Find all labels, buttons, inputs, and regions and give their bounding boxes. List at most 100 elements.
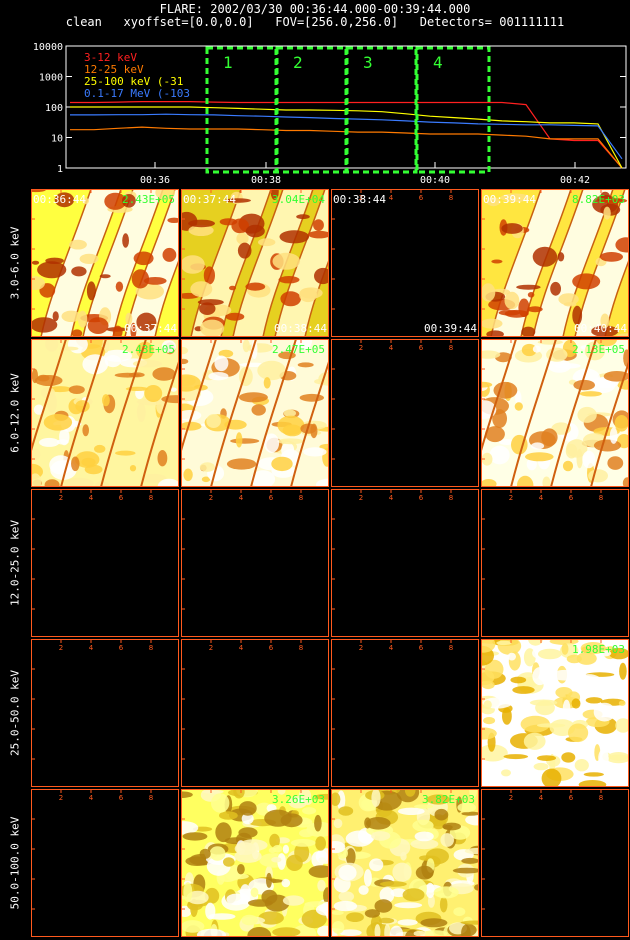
map-image	[481, 189, 629, 337]
map-frame	[331, 189, 479, 337]
row-energy-label-text: 6.0-12.0 keV	[8, 373, 22, 453]
image-blob	[82, 424, 89, 437]
interval-start-time: 00:36:44	[33, 193, 86, 206]
image-blob	[595, 685, 620, 699]
image-blob	[510, 676, 527, 684]
image-blob	[99, 274, 111, 279]
image-blob	[607, 456, 624, 470]
image-blob	[338, 891, 355, 902]
peak-value: 3.82E+03	[422, 793, 475, 806]
map-cell: 2.47E+05	[181, 339, 329, 487]
image-blob	[537, 755, 556, 761]
map-cell: 2.13E+05	[481, 339, 629, 487]
legend-entry-4: 0.1-17 MeV (-103	[84, 87, 190, 100]
row-energy-label: 50.0-100.0 keV	[0, 789, 30, 937]
image-blob	[157, 450, 168, 467]
image-blob	[317, 879, 326, 892]
image-blob	[129, 372, 145, 378]
image-blob	[188, 219, 215, 228]
map-tick-label: 2	[209, 494, 213, 502]
map-cell: 3.82E+03	[331, 789, 479, 937]
map-tick-label: 4	[89, 644, 94, 652]
map-image: 2 4 6 8	[31, 489, 179, 637]
peak-value: 2.13E+05	[572, 343, 625, 356]
image-blob	[87, 317, 109, 334]
image-blob	[512, 686, 535, 694]
map-tick-label: 6	[419, 494, 424, 502]
image-blob	[504, 309, 529, 318]
image-blob	[299, 287, 323, 299]
image-blob	[136, 402, 146, 422]
image-blob	[263, 377, 271, 389]
image-blob	[562, 699, 571, 717]
image-blob	[162, 247, 177, 262]
image-blob	[425, 882, 435, 899]
map-tick-label: 2	[59, 494, 63, 502]
interval-box-3	[345, 46, 418, 174]
image-blob	[206, 414, 221, 428]
map-cell: 2 4 6 8	[181, 639, 329, 787]
image-blob	[442, 822, 461, 831]
image-blob	[316, 850, 328, 864]
map-image: 2 4 6 8	[331, 639, 479, 787]
map-image: 2 4 6 8	[31, 789, 179, 937]
map-cell: 2 4 6 8	[31, 789, 179, 937]
image-blob	[364, 909, 380, 918]
image-blob	[620, 684, 628, 698]
image-blob	[619, 662, 627, 680]
image-blob	[296, 214, 310, 220]
image-blob	[397, 807, 425, 815]
image-blob	[102, 394, 110, 407]
image-blob	[237, 242, 252, 259]
image-blob	[420, 918, 448, 928]
image-blob	[239, 884, 251, 903]
map-cell: 2 4 6 8	[31, 639, 179, 787]
map-tick-label: 2	[359, 644, 363, 652]
image-blob	[129, 465, 137, 472]
image-blob	[412, 819, 434, 832]
map-frame	[181, 639, 329, 787]
image-blob	[561, 752, 576, 763]
map-tick-label: 8	[299, 494, 303, 502]
image-blob	[527, 306, 543, 313]
image-blob	[79, 253, 99, 264]
image-blob	[504, 291, 520, 310]
row-energy-label-text: 50.0-100.0 keV	[8, 816, 22, 910]
map-tick-label: 6	[419, 194, 424, 202]
image-blob	[257, 360, 286, 381]
map-image	[31, 339, 179, 487]
map-image: 2 4 6 8	[331, 489, 479, 637]
image-blob	[555, 687, 573, 698]
image-blob	[226, 458, 257, 470]
image-blob	[84, 464, 103, 475]
image-blob	[397, 919, 418, 926]
image-blob	[600, 252, 623, 262]
image-blob	[247, 343, 273, 353]
image-blob	[573, 379, 595, 391]
image-blob	[277, 438, 304, 445]
map-frame	[331, 639, 479, 787]
image-blob	[94, 444, 106, 453]
image-blob	[264, 809, 292, 827]
image-blob	[582, 450, 596, 469]
image-blob	[483, 700, 492, 710]
image-blob	[245, 224, 265, 238]
image-blob	[539, 663, 552, 673]
image-blob	[229, 873, 249, 880]
map-cell: 2 4 6 8	[331, 489, 479, 637]
peak-value: 2.47E+05	[272, 343, 325, 356]
interval-start-time: 00:38:44	[333, 193, 386, 206]
image-blob	[521, 326, 536, 337]
image-blob	[579, 391, 602, 397]
map-image: 2 4 6 8	[331, 339, 479, 487]
image-blob	[71, 266, 87, 277]
image-blob	[297, 362, 314, 368]
map-cell: 2.43E+05	[31, 339, 179, 487]
interval-end-time: 00:40:44	[574, 322, 627, 335]
interval-start-time: 00:39:44	[483, 193, 536, 206]
image-blob	[577, 406, 597, 423]
image-blob	[514, 402, 523, 411]
image-blob	[122, 233, 129, 248]
image-blob	[453, 907, 466, 917]
image-blob	[152, 367, 176, 381]
